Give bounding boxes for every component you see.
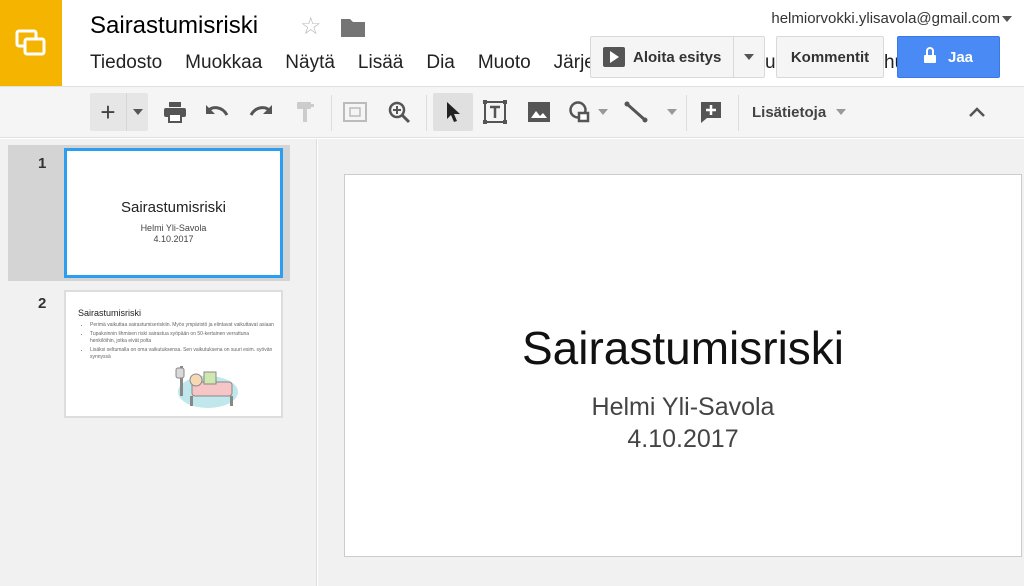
toolbar: + Lisätietoja [0, 86, 1024, 138]
slide-number: 2 [38, 295, 47, 312]
app-header: Sairastumisriski ☆ Tiedosto Muokkaa Näyt… [0, 0, 1024, 86]
present-button[interactable]: Aloita esitys [591, 37, 735, 77]
slides-logo[interactable] [0, 0, 62, 86]
thumbnail-title: Sairastumisriski [78, 308, 142, 318]
thumbnail-subtitle-line: Helmi Yli-Savola [140, 223, 207, 233]
slide-thumbnail[interactable]: Sairastumisriski Perimä vaikuttaa sairas… [64, 290, 283, 418]
menu-format[interactable]: Muoto [478, 52, 531, 74]
undo-icon [206, 105, 229, 116]
share-button[interactable]: Jaa [897, 36, 1000, 78]
zoom-button[interactable] [384, 93, 414, 131]
new-slide-layout-dropdown[interactable] [126, 93, 148, 131]
folder-icon[interactable] [340, 16, 366, 38]
thumbnail-bullet: Lisäksi seltumalla on oma vaikutuksensa.… [90, 347, 274, 361]
present-label: Aloita esitys [633, 48, 722, 66]
text-box-icon [483, 100, 507, 124]
thumbnail-subtitle: Helmi Yli-Savola 4.10.2017 [67, 223, 280, 245]
comments-button[interactable]: Kommentit [776, 36, 884, 78]
zoom-fit-button[interactable] [340, 93, 370, 131]
undo-button[interactable] [202, 93, 232, 131]
line-button[interactable] [622, 93, 678, 131]
more-options-button[interactable]: Lisätietoja [752, 93, 862, 131]
slides-icon [15, 29, 46, 56]
add-comment-icon [701, 102, 721, 123]
collapse-menus-button[interactable] [962, 93, 992, 131]
thumbnail-title: Sairastumisriski [120, 199, 226, 216]
account-dropdown-icon[interactable] [1002, 16, 1012, 22]
current-slide[interactable]: Sairastumisriski Helmi Yli-Savola 4.10.2… [344, 174, 1022, 557]
filmstrip-item-2[interactable]: 2 Sairastumisriski Perimä vaikuttaa sair… [8, 285, 290, 421]
slide-subtitle[interactable]: Helmi Yli-Savola 4.10.2017 [345, 391, 1021, 455]
chevron-down-icon [744, 54, 755, 60]
paint-format-icon [297, 102, 314, 122]
new-slide-button[interactable]: + [90, 93, 126, 131]
zoom-in-icon [388, 101, 411, 124]
slide-number: 1 [38, 155, 47, 172]
add-comment-button[interactable] [696, 93, 726, 131]
line-icon [624, 101, 648, 123]
slide-editor-canvas[interactable]: Sairastumisriski Helmi Yli-Savola 4.10.2… [318, 139, 1024, 586]
slide-subtitle-line: Helmi Yli-Savola [591, 393, 775, 421]
chevron-down-icon [667, 109, 677, 115]
present-options-button[interactable] [734, 37, 764, 77]
cursor-arrow-icon [447, 102, 460, 122]
chevron-down-icon [598, 109, 608, 115]
print-icon [164, 102, 186, 123]
menu-file[interactable]: Tiedosto [90, 52, 162, 74]
slide-title[interactable]: Sairastumisriski [345, 321, 1021, 375]
slide-subtitle-line: 4.10.2017 [627, 425, 739, 453]
redo-icon [249, 105, 272, 116]
thumbnail-bullet-list: Perimä vaikuttaa sairastumiseriskiin. My… [90, 322, 274, 363]
paint-format-button[interactable] [290, 93, 320, 131]
toolbar-divider [331, 95, 332, 131]
more-options-label: Lisätietoja [752, 103, 827, 121]
menu-view[interactable]: Näytä [285, 52, 335, 74]
shape-button[interactable] [565, 93, 611, 131]
menu-insert[interactable]: Lisää [358, 52, 403, 74]
fit-screen-icon [343, 102, 367, 122]
lock-icon [923, 47, 936, 63]
insert-image-button[interactable] [524, 93, 554, 131]
menu-edit[interactable]: Muokkaa [185, 52, 262, 74]
text-box-button[interactable] [480, 93, 510, 131]
chevron-down-icon [836, 109, 847, 115]
account-email[interactable]: helmiorvokki.ylisavola@gmail.com [771, 10, 1000, 27]
play-icon [603, 47, 625, 67]
redo-button[interactable] [246, 93, 276, 131]
thumbnail-bullet: Tupakoinnin lihmisen riski sairastua syö… [90, 331, 274, 345]
document-title[interactable]: Sairastumisriski [90, 12, 258, 40]
print-button[interactable] [160, 93, 190, 131]
toolbar-divider [738, 95, 739, 131]
slide-thumbnail[interactable]: Sairastumisriski Helmi Yli-Savola 4.10.2… [64, 148, 283, 278]
present-button-group: Aloita esitys [590, 36, 765, 78]
thumbnail-subtitle-line: 4.10.2017 [153, 234, 194, 244]
select-tool-button[interactable] [433, 93, 473, 131]
image-icon [528, 102, 550, 122]
chevron-up-icon [969, 107, 985, 117]
thumbnail-bullet: Perimä vaikuttaa sairastumiseriskiin. My… [90, 322, 274, 329]
toolbar-divider [426, 95, 427, 131]
menu-bar: Tiedosto Muokkaa Näytä Lisää Dia Muoto J… [90, 52, 627, 74]
filmstrip-item-1[interactable]: 1 Sairastumisriski Helmi Yli-Savola 4.10… [8, 145, 290, 281]
chevron-down-icon [132, 109, 143, 115]
shape-icon [569, 101, 590, 123]
toolbar-divider [686, 95, 687, 131]
hospital-bed-clipart [175, 366, 238, 408]
star-icon[interactable]: ☆ [300, 14, 326, 40]
menu-slide[interactable]: Dia [426, 52, 455, 74]
slide-filmstrip: 1 Sairastumisriski Helmi Yli-Savola 4.10… [0, 139, 317, 586]
new-slide-button-group: + [90, 93, 148, 131]
share-label: Jaa [947, 48, 974, 66]
